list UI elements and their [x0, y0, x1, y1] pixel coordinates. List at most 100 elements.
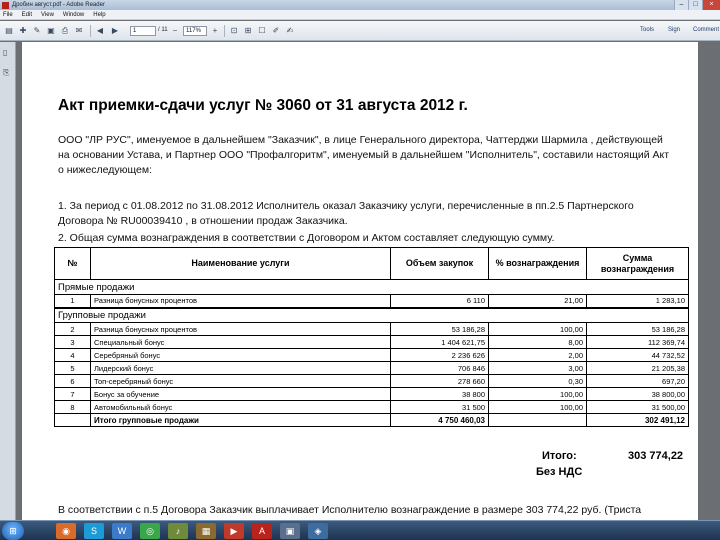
purchase-volume: 706 846	[390, 361, 489, 375]
row-number: 3	[54, 335, 91, 349]
total-label: Итого:	[542, 450, 577, 462]
sign-link[interactable]: Sign	[668, 27, 680, 33]
page-count: / 11	[158, 27, 168, 33]
table-row: 4 Серебряный бонус 2 236 626 2,00 44 732…	[54, 348, 689, 362]
tools-link[interactable]: Tools	[640, 27, 654, 33]
close-button[interactable]: ×	[702, 0, 720, 10]
save-icon[interactable]: ▣	[46, 26, 56, 36]
reward-amount: 53 186,28	[586, 322, 689, 336]
point-1-line: Договора № RU00039410 , в отношении прод…	[58, 215, 348, 227]
app-icon[interactable]: ▣	[280, 523, 300, 539]
row-number: 5	[54, 361, 91, 375]
purchase-volume: 6 110	[390, 294, 489, 309]
menu-window[interactable]: Window	[63, 12, 84, 18]
service-name: Разница бонусных процентов	[90, 322, 391, 336]
windows-logo-icon: ⊞	[9, 526, 17, 536]
zoom-in-icon[interactable]: +	[210, 26, 220, 36]
column-header: Наименование услуги	[90, 247, 391, 280]
create-icon[interactable]: ✚	[18, 26, 28, 36]
toolbar: ▤ ✚ ✎ ▣ ⎙ ✉ ◀ ▶ 1 / 11 − 117% + ⊡ ⊞ ☐ ✐ …	[0, 21, 720, 41]
group-row: Прямые продажи	[54, 279, 689, 295]
start-button[interactable]: ⊞	[2, 522, 24, 540]
reward-percent: 100,00	[488, 400, 587, 414]
menu-view[interactable]: View	[41, 12, 54, 18]
purchase-volume: 31 500	[390, 400, 489, 414]
fit-width-icon[interactable]: ⊞	[243, 26, 253, 36]
window-title: Дробин август.pdf - Adobe Reader	[12, 2, 105, 8]
zoom-input[interactable]: 117%	[183, 26, 207, 36]
purchase-volume: 2 236 626	[390, 348, 489, 362]
acrobat-icon[interactable]: A	[252, 523, 272, 539]
total-value: 303 774,22	[628, 450, 684, 462]
zoom-out-icon[interactable]: −	[170, 26, 180, 36]
vat-label: Без НДС	[536, 466, 583, 478]
total-number-cell	[54, 413, 91, 427]
purchase-volume: 38 800	[390, 387, 489, 401]
reward-amount: 697,20	[586, 374, 689, 388]
sign-icon[interactable]: ✍	[285, 26, 295, 36]
attachments-icon[interactable]: ⎘	[3, 68, 12, 78]
table-row: 5 Лидерский бонус 706 846 3,00 21 205,38	[54, 361, 689, 375]
app-icon[interactable]: ◈	[308, 523, 328, 539]
window-title-bar: Дробин август.pdf - Adobe Reader – □ ×	[0, 0, 720, 10]
reward-amount: 21 205,38	[586, 361, 689, 375]
archive-icon[interactable]: ▦	[196, 523, 216, 539]
menu-help[interactable]: Help	[93, 12, 105, 18]
email-icon[interactable]: ✉	[74, 26, 84, 36]
group-label: Групповые продажи	[54, 307, 689, 323]
winamp-icon[interactable]: ♪	[168, 523, 188, 539]
print-icon[interactable]: ⎙	[60, 26, 70, 36]
reward-amount: 38 800,00	[586, 387, 689, 401]
reward-amount: 44 732,52	[586, 348, 689, 362]
comment-link[interactable]: Comment	[693, 27, 719, 33]
service-name: Специальный бонус	[90, 335, 391, 349]
toolbar-separator	[224, 25, 225, 37]
scroll-area[interactable]	[702, 42, 720, 520]
firefox-icon[interactable]: ◉	[56, 523, 76, 539]
word-icon[interactable]: W	[112, 523, 132, 539]
table-row: 6 Топ-серебряный бонус 278 660 0,30 697,…	[54, 374, 689, 388]
group-label: Прямые продажи	[54, 279, 689, 295]
table-row: 8 Автомобильный бонус 31 500 100,00 31 5…	[54, 400, 689, 414]
row-number: 2	[54, 322, 91, 336]
reward-percent: 100,00	[488, 387, 587, 401]
row-number: 4	[54, 348, 91, 362]
next-page-icon[interactable]: ▶	[110, 26, 120, 36]
maximize-button[interactable]: □	[688, 0, 702, 10]
purchase-volume: 1 404 621,75	[390, 335, 489, 349]
service-name: Разница бонусных процентов	[90, 294, 391, 309]
service-name: Топ-серебряный бонус	[90, 374, 391, 388]
media-player-icon[interactable]: ▶	[224, 523, 244, 539]
previous-page-icon[interactable]: ◀	[95, 26, 105, 36]
chrome-icon[interactable]: ◎	[140, 523, 160, 539]
total-percent-cell	[488, 413, 587, 427]
service-name: Лидерский бонус	[90, 361, 391, 375]
menu-file[interactable]: File	[3, 12, 13, 18]
column-header: Сумма вознаграждения	[586, 247, 689, 280]
page-thumbnails-icon[interactable]: ▯	[3, 48, 12, 58]
reward-percent: 3,00	[488, 361, 587, 375]
comment-icon[interactable]: ☐	[257, 26, 267, 36]
intro-line: ООО "ЛР РУС", именуемое в дальнейшем "За…	[58, 134, 663, 146]
window-controls: – □ ×	[674, 0, 720, 10]
open-icon[interactable]: ▤	[4, 26, 14, 36]
intro-line: на основании Устава, и Партнер ООО "Проф…	[58, 149, 670, 161]
menu-edit[interactable]: Edit	[22, 12, 32, 18]
point-2-line: 2. Общая сумма вознаграждения в соответс…	[58, 232, 555, 244]
skype-icon[interactable]: S	[84, 523, 104, 539]
group-total-row: Итого групповые продажи 4 750 460,03 302…	[54, 413, 689, 427]
group-total-amount: 302 491,12	[586, 413, 689, 427]
reward-percent: 21,00	[488, 294, 587, 309]
page-number-input[interactable]: 1	[130, 26, 156, 36]
document-page: Акт приемки-сдачи услуг № 3060 от 31 авг…	[22, 42, 698, 520]
reward-percent: 2,00	[488, 348, 587, 362]
reward-percent: 8,00	[488, 335, 587, 349]
row-number: 8	[54, 400, 91, 414]
service-name: Бонус за обучение	[90, 387, 391, 401]
edit-icon[interactable]: ✎	[32, 26, 42, 36]
highlight-icon[interactable]: ✐	[271, 26, 281, 36]
group-total-label: Итого групповые продажи	[90, 413, 391, 427]
fit-page-icon[interactable]: ⊡	[229, 26, 239, 36]
document-title: Акт приемки-сдачи услуг № 3060 от 31 авг…	[58, 97, 468, 114]
minimize-button[interactable]: –	[674, 0, 688, 10]
